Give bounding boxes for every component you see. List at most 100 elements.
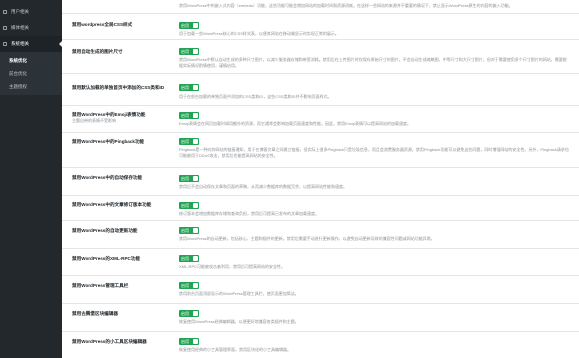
setting-description: 禁用前台页面顶部显示的WordPress管理工具栏，使页面更加简洁。 — [179, 291, 299, 296]
toggle-knob — [193, 23, 198, 28]
settings-row: 禁用WordPress中的Pingback功能 启用 Pingback是一种向你… — [62, 133, 579, 168]
toggle-knob — [193, 176, 198, 181]
sidebar-item-users[interactable]: 用户相关 — [0, 4, 62, 20]
setting-toggle[interactable]: 启用 — [179, 255, 199, 262]
sidebar-item-label: 用户相关 — [11, 9, 29, 14]
setting-description: 恢复使用经典的小工具管理界面，禁用区块化的小工具编辑器。 — [179, 347, 291, 352]
setting-label-text: 禁用默认加载的单独首页中添加的CSS类和ID — [72, 85, 165, 90]
toggle-label: 启用 — [181, 112, 189, 118]
admin-sidebar: 用户相关 媒体相关 系统相关 系统优化 前台优化 主题授权 — [0, 0, 62, 358]
setting-label-text: 禁用WordPress中的自动保存功能 — [72, 175, 143, 180]
sidebar-item-label: 媒体相关 — [11, 25, 29, 30]
setting-label: 禁用WordPress管理工具栏 — [72, 283, 172, 289]
sidebar-subitem-label: 系统优化 — [9, 57, 27, 63]
setting-toggle[interactable]: 启用 — [179, 138, 199, 145]
toggle-knob — [193, 283, 198, 288]
toggle-knob — [193, 85, 198, 90]
toggle-knob — [193, 113, 198, 118]
settings-panel: 禁用WordPress中的嵌入式内容（embeds）功能，这些功能可能会增加网站… — [62, 0, 579, 358]
setting-label: 禁用自动生成的图片尺寸 — [72, 49, 172, 55]
toggle-knob — [193, 256, 198, 261]
sidebar-subitem-theme-license[interactable]: 主题授权 — [0, 80, 62, 93]
sidebar-item-media[interactable]: 媒体相关 — [0, 20, 62, 36]
setting-label: 禁用WordPress中的Emoji表情功能 主题自带的表情不受影响 — [72, 112, 172, 123]
settings-row: 禁用WordPress的小工具区块编辑器 启用 恢复使用经典的小工具管理界面，禁… — [62, 332, 579, 358]
setting-toggle[interactable]: 启用 — [179, 175, 199, 182]
setting-toggle[interactable]: 启用 — [179, 48, 199, 55]
settings-row: 禁用wordpress全局CSS样式 启用 用于加载一些WordPress核心的… — [62, 14, 579, 40]
setting-toggle[interactable]: 启用 — [179, 202, 199, 209]
setting-description: Pingback是一种向你网站的链接通知，用于在博客文章之间建立链接。但实际上很… — [179, 147, 569, 158]
setting-label: 禁用wordpress全局CSS样式 — [72, 22, 172, 28]
setting-description: 禁用WordPress中的嵌入式内容（embeds）功能，这些功能可能会增加网站… — [179, 3, 513, 8]
setting-label-text: 禁用WordPress的XML-RPC功能 — [72, 256, 141, 261]
setting-toggle[interactable]: 启用 — [179, 338, 199, 345]
setting-label: 禁用WordPress中的文章修订版本功能 — [72, 202, 172, 208]
setting-toggle[interactable]: 启用 — [179, 112, 199, 119]
toggle-label: 启用 — [181, 22, 189, 28]
settings-row: 禁用WordPress中的自动保存功能 启用 禁用后不会自动保存文章和页面的草稿… — [62, 168, 579, 196]
setting-description: 禁用后不会自动保存文章和页面的草稿，从而减少数据库的数据冗余，以提高网站性能和速… — [179, 184, 347, 189]
setting-label: 禁用WordPress的XML-RPC功能 — [72, 256, 172, 262]
setting-label-text: 禁用WordPress的小工具区块编辑器 — [72, 339, 147, 344]
users-icon — [3, 10, 7, 14]
setting-label: 禁用WordPress的小工具区块编辑器 — [72, 339, 172, 345]
media-icon — [3, 26, 7, 30]
toggle-knob — [193, 311, 198, 316]
setting-label: 禁用默认加载的单独首页中添加的CSS类和ID — [72, 85, 172, 91]
settings-row: 禁用古腾堡区块编辑器 启用 恢复使用WordPress经典编辑器，以便更好地兼容… — [62, 304, 579, 332]
toggle-label: 启用 — [181, 310, 189, 316]
setting-label: 禁用WordPress中的Pingback功能 — [72, 139, 172, 145]
settings-row: 禁用WordPress中的文章修订版本功能 启用 修订版本会增加数据库存储和查询… — [62, 196, 579, 221]
setting-toggle[interactable]: 启用 — [179, 282, 199, 289]
toggle-knob — [193, 339, 198, 344]
toggle-knob — [193, 139, 198, 144]
setting-description: Emoji表情会在网页加载时调用额外的资源，而它通常会影响加载页面速度和性能。因… — [179, 121, 412, 126]
toggle-label: 启用 — [181, 84, 189, 90]
sidebar-subitem-label: 前台优化 — [9, 70, 27, 76]
toggle-knob — [193, 203, 198, 208]
toggle-label: 启用 — [181, 338, 189, 344]
sidebar-submenu: 系统优化 前台优化 主题授权 — [0, 52, 62, 95]
setting-description: 禁用WordPress的自动更新，包括核心、主题和插件的更新。禁用后需要手动进行… — [179, 236, 435, 241]
settings-row: 禁用默认加载的单独首页中添加的CSS类和ID 启用 用于在前台加载的单独页面中添… — [62, 74, 579, 106]
toggle-knob — [193, 49, 198, 54]
setting-label-text: 禁用自动生成的图片尺寸 — [72, 49, 123, 54]
setting-toggle[interactable]: 启用 — [179, 84, 199, 91]
toggle-label: 启用 — [181, 227, 189, 233]
toggle-label: 启用 — [181, 202, 189, 208]
setting-label-text: 禁用WordPress的自动更新功能 — [72, 228, 138, 233]
toggle-label: 启用 — [181, 282, 189, 288]
sidebar-subitem-system-optimize[interactable]: 系统优化 — [0, 54, 62, 67]
toggle-knob — [193, 228, 198, 233]
settings-row: 禁用自动生成的图片尺寸 启用 禁用WordPress中默认自动生成的多种尺寸图片… — [62, 40, 579, 74]
setting-label: 禁用WordPress中的自动保存功能 — [72, 175, 172, 181]
setting-label-text: 禁用古腾堡区块编辑器 — [72, 311, 118, 316]
toggle-label: 启用 — [181, 255, 189, 261]
setting-description: XML-RPC可能被攻击者利用，禁用后可提高网站的安全性。 — [179, 264, 286, 269]
toggle-label: 启用 — [181, 48, 189, 54]
setting-description: 用于在前台加载的单独页面中添加的CSS类和ID，这些CSS类和ID并不影响页面样… — [179, 94, 332, 99]
setting-description: 修订版本会增加数据库存储和查询负担，禁用后可提高已发布的文章加载速度。 — [179, 211, 319, 216]
settings-row: 禁用WordPress中的Emoji表情功能 主题自带的表情不受影响 启用 Em… — [62, 106, 579, 133]
sidebar-item-system[interactable]: 系统相关 — [0, 36, 62, 52]
settings-row: 禁用WordPress中的嵌入式内容（embeds）功能，这些功能可能会增加网站… — [62, 0, 579, 14]
setting-label: 禁用古腾堡区块编辑器 — [72, 311, 172, 317]
setting-toggle[interactable]: 启用 — [179, 22, 199, 29]
setting-label: 禁用WordPress的自动更新功能 — [72, 228, 172, 234]
setting-label-text: 禁用WordPress中的文章修订版本功能 — [72, 202, 152, 207]
setting-toggle[interactable]: 启用 — [179, 227, 199, 234]
setting-toggle[interactable]: 启用 — [179, 310, 199, 317]
setting-label-text: 禁用wordpress全局CSS样式 — [72, 22, 133, 27]
settings-row: 禁用WordPress的XML-RPC功能 启用 XML-RPC可能被攻击者利用… — [62, 249, 579, 276]
sidebar-subitem-frontend-optimize[interactable]: 前台优化 — [0, 67, 62, 80]
sidebar-item-label: 系统相关 — [11, 41, 29, 46]
setting-sublabel: 主题自带的表情不受影响 — [72, 118, 116, 123]
setting-description: 恢复使用WordPress经典编辑器，以便更好地兼容各类插件和主题。 — [179, 319, 299, 324]
setting-description: 禁用WordPress中默认自动生成的多种尺寸图片，以减少服务器存储和带宽消耗。… — [179, 57, 567, 68]
setting-label-text: 禁用WordPress管理工具栏 — [72, 283, 129, 288]
settings-row: 禁用WordPress管理工具栏 启用 禁用前台页面顶部显示的WordPress… — [62, 276, 579, 304]
toggle-label: 启用 — [181, 175, 189, 181]
settings-row: 禁用WordPress的自动更新功能 启用 禁用WordPress的自动更新，包… — [62, 221, 579, 249]
sidebar-subitem-label: 主题授权 — [9, 83, 27, 89]
